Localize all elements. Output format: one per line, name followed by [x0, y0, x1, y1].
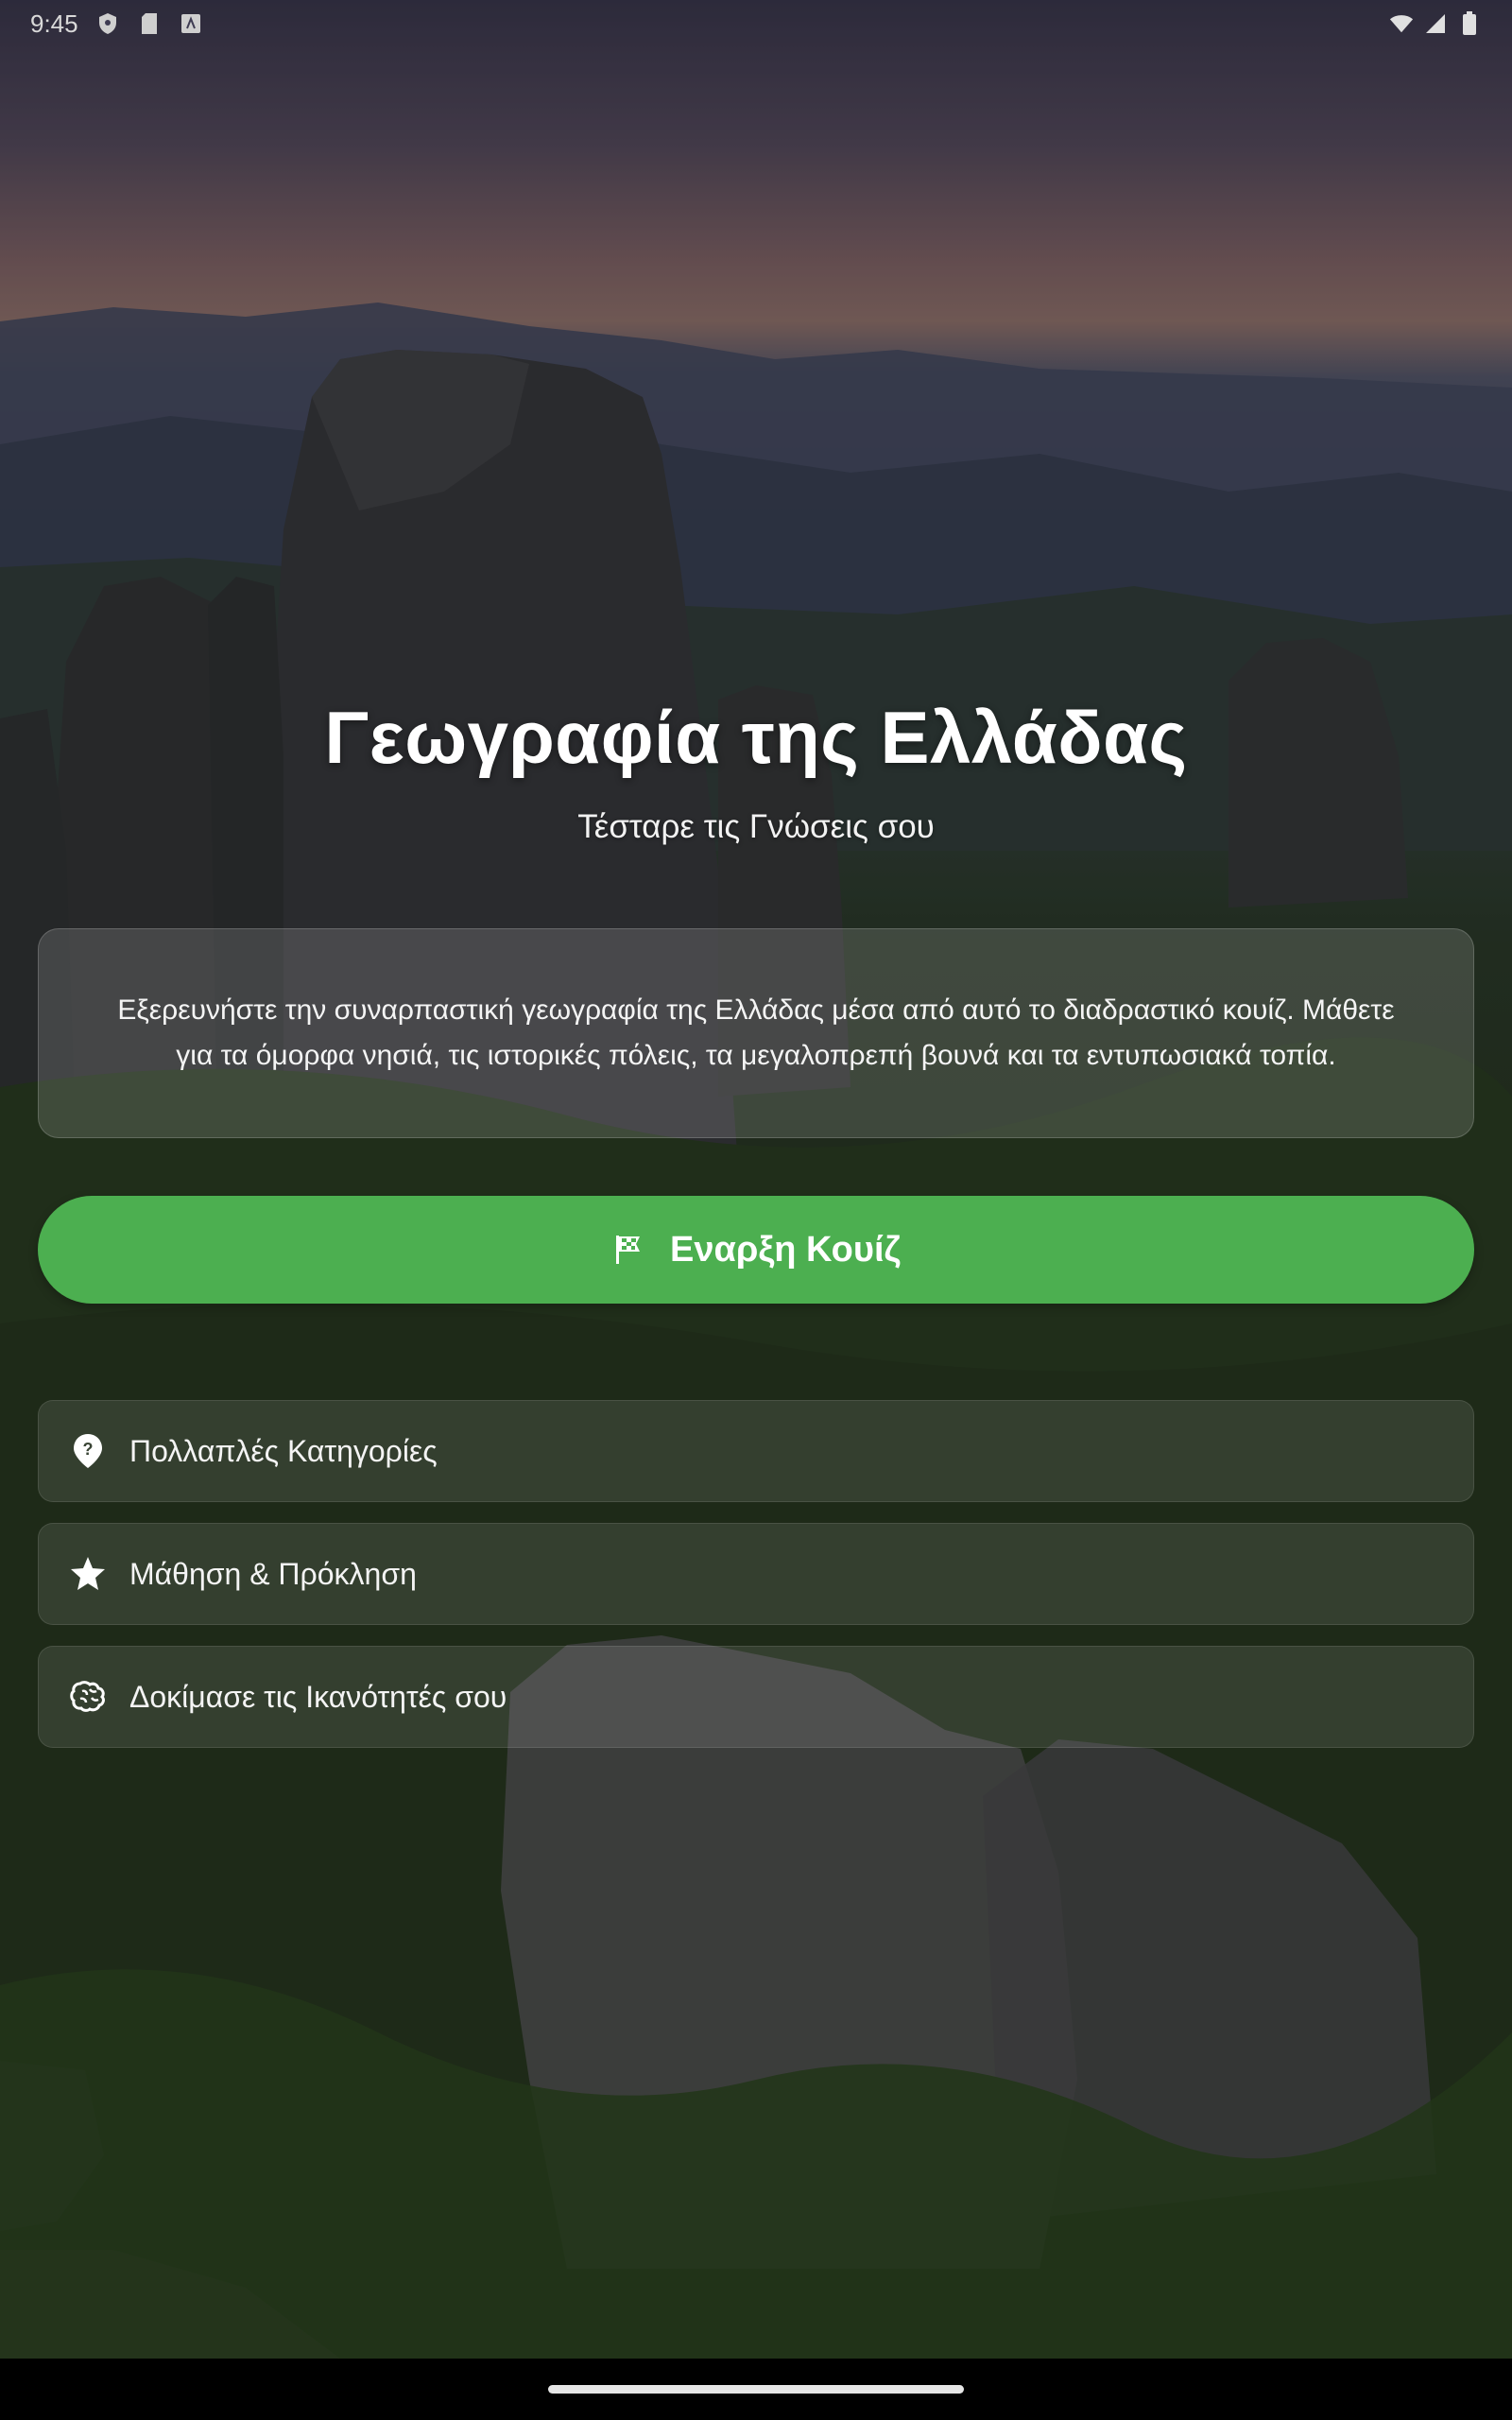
page-title: Γεωγραφία της Ελλάδας: [324, 696, 1188, 779]
system-navigation-bar: [0, 2359, 1512, 2420]
feature-label: Πολλαπλές Κατηγορίες: [129, 1433, 438, 1468]
start-quiz-button-label: Εναρξη Κουίζ: [670, 1229, 901, 1270]
feature-test-skills: Δοκίμασε τις Ικανότητές σου: [38, 1646, 1474, 1748]
shield-icon: [95, 11, 120, 36]
keyboard-icon: [179, 11, 203, 36]
feature-learning-challenge: Μάθηση & Πρόκληση: [38, 1523, 1474, 1625]
feature-label: Δοκίμασε τις Ικανότητές σου: [129, 1679, 507, 1714]
checkered-flag-icon: [611, 1233, 645, 1267]
status-time: 9:45: [30, 9, 78, 38]
sd-card-icon: [137, 11, 162, 36]
home-screen: Γεωγραφία της Ελλάδας Τέσταρε τις Γνώσει…: [0, 0, 1512, 2359]
brain-icon: [69, 1678, 107, 1716]
star-icon: [69, 1555, 107, 1593]
battery-icon: [1457, 11, 1482, 36]
home-gesture-handle[interactable]: [548, 2385, 964, 2394]
start-quiz-button[interactable]: Εναρξη Κουίζ: [38, 1196, 1474, 1304]
location-help-icon: ?: [69, 1432, 107, 1470]
status-bar: 9:45: [0, 0, 1512, 47]
page-subtitle: Τέσταρε τις Γνώσεις σου: [577, 808, 935, 845]
feature-multiple-categories: ? Πολλαπλές Κατηγορίες: [38, 1400, 1474, 1502]
wifi-icon: [1389, 11, 1414, 36]
cellular-signal-icon: [1423, 11, 1448, 36]
svg-text:?: ?: [83, 1440, 94, 1459]
description-card: Εξερευνήστε την συναρπαστική γεωγραφία τ…: [38, 928, 1474, 1138]
description-text: Εξερευνήστε την συναρπαστική γεωγραφία τ…: [117, 994, 1395, 1071]
feature-label: Μάθηση & Πρόκληση: [129, 1556, 417, 1591]
